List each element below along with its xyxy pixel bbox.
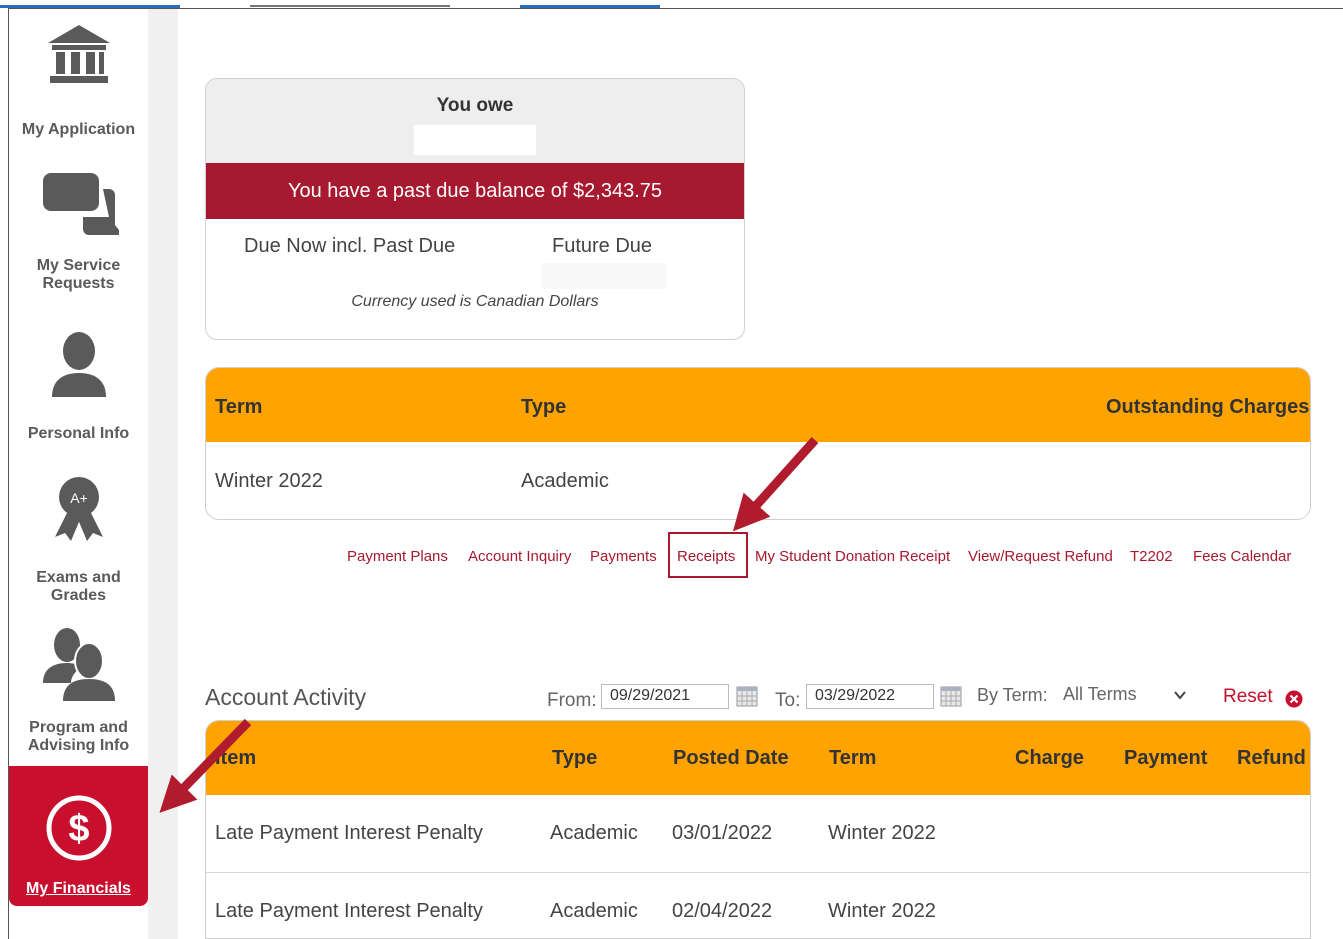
reset-link[interactable]: Reset — [1223, 686, 1273, 708]
from-label: From: — [547, 690, 597, 711]
sidebar-label-personal-info: Personal Info — [27, 425, 130, 442]
term-select[interactable]: All Terms — [1063, 684, 1137, 705]
sidebar-item-program-and-advising-info[interactable]: Program and Advising Info — [9, 625, 148, 765]
sidebar-item-my-service-requests[interactable]: My Service Requests — [9, 169, 148, 309]
col-type-header: Type — [552, 747, 598, 769]
activity-header: Item Type Posted Date Term Charge Paymen… — [206, 721, 1310, 795]
sidebar: My Application My Service Requests Perso… — [9, 9, 148, 939]
balance-header: You owe — [206, 79, 744, 163]
table-row: Late Payment Interest Penalty Academic 0… — [206, 795, 1310, 873]
row-type: Academic — [550, 822, 638, 844]
row-posted-date: 02/04/2022 — [672, 900, 773, 922]
dollar-circle-icon: $ — [46, 795, 111, 861]
link-payment-plans[interactable]: Payment Plans — [347, 546, 448, 568]
sidebar-item-exams-and-grades[interactable]: A+ Exams and Grades — [9, 473, 148, 604]
you-owe-label: You owe — [436, 95, 514, 116]
link-fees-calendar[interactable]: Fees Calendar — [1193, 546, 1291, 568]
chevron-down-icon[interactable] — [1173, 688, 1187, 702]
col-outstanding-header: Outstanding Charges — [1106, 396, 1310, 418]
col-type-header: Type — [521, 396, 567, 418]
table-row: Winter 2022 Academic — [206, 442, 1310, 519]
table-row: Late Payment Interest Penalty Academic 0… — [206, 873, 1310, 938]
sidebar-label-program-and-advising-info: Program and — [29, 719, 128, 736]
from-date-input[interactable]: 09/29/2021 — [601, 684, 729, 709]
account-activity-title: Account Activity — [205, 684, 367, 710]
receipts-highlight-box — [668, 532, 748, 578]
row-type: Academic — [550, 900, 638, 922]
to-label: To: — [775, 690, 801, 711]
by-term-label: By Term: — [977, 685, 1048, 705]
col-refund-header: Refund — [1237, 747, 1306, 769]
svg-text:$: $ — [68, 808, 89, 850]
link-payments[interactable]: Payments — [590, 546, 657, 568]
person-icon — [51, 332, 106, 397]
award-ribbon-icon: A+ — [54, 477, 103, 541]
sidebar-label-program-and-advising-info-2: Advising Info — [27, 737, 130, 754]
svg-text:A+: A+ — [70, 490, 88, 506]
charge-type: Academic — [521, 470, 609, 492]
sidebar-label-exams-and-grades-2: Grades — [50, 587, 107, 604]
account-activity-table: Item Type Posted Date Term Charge Paymen… — [205, 720, 1311, 939]
link-view-request-refund[interactable]: View/Request Refund — [968, 546, 1113, 568]
currency-note: Currency used is Canadian Dollars — [351, 293, 599, 310]
col-charge-header: Charge — [1015, 747, 1084, 769]
link-donation-receipt[interactable]: My Student Donation Receipt — [755, 546, 950, 568]
sidebar-label-my-financials: My Financials — [26, 880, 131, 897]
row-item: Late Payment Interest Penalty — [215, 900, 483, 922]
sidebar-label-my-application: My Application — [21, 121, 136, 138]
chat-bubbles-icon — [42, 173, 119, 235]
sidebar-label-my-service-requests: My Service — [36, 257, 121, 274]
outstanding-charges-table: Term Type Outstanding Charges Winter 202… — [205, 367, 1311, 520]
future-due-amount-redacted — [542, 263, 666, 289]
col-payment-header: Payment — [1124, 747, 1208, 769]
col-posted-date-header: Posted Date — [673, 747, 789, 769]
row-item: Late Payment Interest Penalty — [215, 822, 483, 844]
row-term: Winter 2022 — [828, 822, 936, 844]
col-item-header: Item — [215, 747, 257, 769]
sidebar-item-my-application[interactable]: My Application — [9, 21, 148, 151]
past-due-banner: You have a past due balance of $2,343.75 — [206, 163, 744, 219]
due-now-label: Due Now incl. Past Due — [244, 235, 456, 257]
clipped-caption — [0, 0, 1343, 8]
to-date-input[interactable]: 03/29/2022 — [806, 684, 934, 709]
calendar-icon[interactable] — [736, 685, 758, 707]
link-t2202[interactable]: T2202 — [1130, 546, 1173, 568]
due-row: Due Now incl. Past Due Future Due — [206, 219, 744, 289]
close-circle-icon[interactable] — [1285, 690, 1303, 708]
col-term-header: Term — [829, 747, 877, 769]
sidebar-item-my-financials[interactable]: $ My Financials — [9, 766, 148, 906]
balance-card: You owe You have a past due balance of $… — [205, 78, 745, 340]
row-term: Winter 2022 — [828, 900, 936, 922]
charges-header: Term Type Outstanding Charges — [206, 368, 1310, 442]
row-posted-date: 03/01/2022 — [672, 822, 773, 844]
charge-term: Winter 2022 — [215, 470, 323, 492]
sidebar-item-personal-info[interactable]: Personal Info — [9, 331, 148, 451]
col-term-header: Term — [215, 396, 263, 418]
sidebar-label-my-service-requests-2: Requests — [42, 275, 115, 292]
calendar-icon[interactable] — [940, 685, 962, 707]
two-people-icon — [42, 628, 115, 701]
future-due-label: Future Due — [552, 235, 653, 257]
sidebar-label-exams-and-grades: Exams and — [36, 569, 121, 586]
sidebar-gutter — [148, 9, 178, 939]
bank-icon — [47, 25, 110, 83]
owe-amount-redacted — [414, 125, 536, 155]
link-account-inquiry[interactable]: Account Inquiry — [468, 546, 571, 568]
